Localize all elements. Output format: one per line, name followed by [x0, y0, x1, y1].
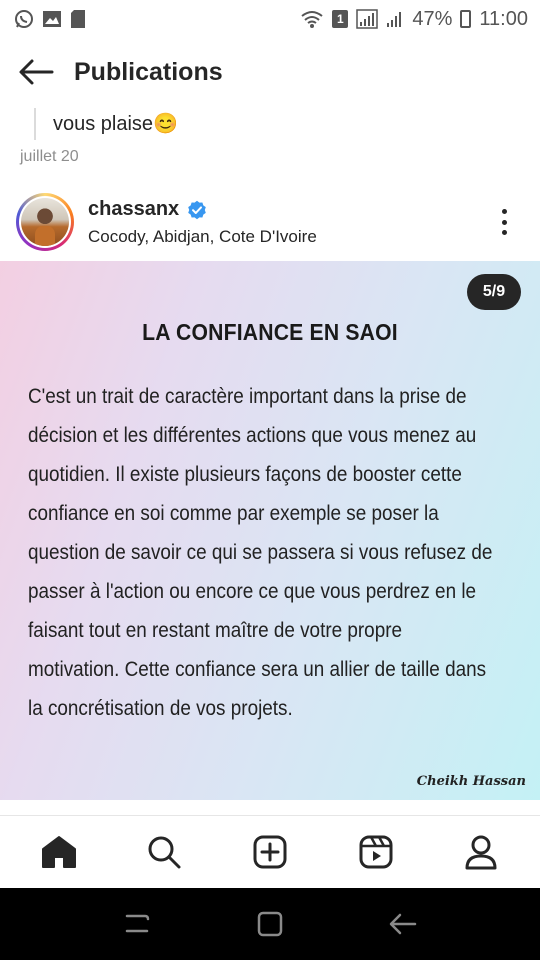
image-signature: Cheikh Hassan [416, 774, 526, 789]
home-button-icon [257, 911, 283, 937]
battery-icon [460, 10, 472, 28]
back-button[interactable] [16, 52, 56, 92]
recent-apps-icon [125, 914, 149, 933]
home-icon [41, 836, 76, 868]
nav-home[interactable] [34, 827, 84, 877]
nav-search[interactable] [139, 827, 189, 877]
clock: 11:00 [479, 7, 528, 30]
app-header: Publications [0, 40, 540, 104]
search-icon [148, 836, 181, 869]
verified-badge-icon [188, 200, 206, 219]
previous-post-date: juillet 20 [20, 148, 79, 165]
more-options-icon[interactable] [490, 206, 518, 238]
image-body-line: confiance en soi comme par exemple se po… [28, 502, 439, 525]
back-system-button[interactable] [383, 904, 423, 944]
image-body-line: passer à l'action ou encore ce que vous … [28, 580, 477, 603]
more-dot [501, 219, 507, 225]
nav-reels[interactable] [351, 827, 401, 877]
image-body-line: C'est un trait de caractère important da… [28, 385, 467, 408]
image-body-line: la concrétisation de vos projets. [28, 697, 293, 720]
avatar-image [21, 198, 69, 246]
page-title: Publications [74, 57, 223, 86]
status-bar: 1 47% 11:00 [0, 0, 540, 38]
back-icon [390, 913, 417, 935]
sim-icon: 1 [332, 10, 349, 28]
gallery-icon [43, 11, 61, 27]
post-header: chassanx Cocody, Abidjan, Cote D'Ivoire [0, 188, 540, 256]
image-body-line: décision et les différentes actions que … [28, 424, 477, 447]
new-post-icon [253, 835, 287, 869]
arrow-left-icon [19, 59, 54, 85]
signal-icon [387, 12, 402, 27]
post-image[interactable]: 5/9 LA CONFIANCE EN SAOI C'est un trait … [0, 261, 540, 800]
sd-card-icon [71, 10, 85, 28]
bottom-navigation [0, 815, 540, 888]
carousel-counter: 5/9 [467, 274, 521, 310]
username-row: chassanx [88, 198, 207, 221]
image-body: C'est un trait de caractère important da… [28, 377, 514, 728]
username[interactable]: chassanx [88, 198, 179, 221]
more-dot [501, 209, 507, 214]
signal-icon [356, 9, 379, 29]
status-bar-right: 1 47% 11:00 [300, 8, 528, 31]
image-body-line: question de savoir ce qui se passera si … [28, 541, 493, 564]
image-body-line: motivation. Cette confiance sera un alli… [28, 658, 487, 681]
profile-icon [465, 835, 497, 870]
avatar-frame [19, 196, 71, 248]
status-bar-left [14, 9, 86, 29]
recent-apps-button[interactable] [117, 904, 157, 944]
whatsapp-icon [15, 10, 33, 28]
nav-new-post[interactable] [245, 827, 295, 877]
system-navigation-bar [0, 888, 540, 960]
avatar[interactable] [16, 193, 74, 251]
reels-icon [359, 835, 393, 869]
battery-percent: 47% [412, 7, 453, 30]
nav-profile[interactable] [456, 827, 506, 877]
wifi-icon [301, 11, 324, 28]
more-dot [501, 230, 507, 235]
image-body-line: quotidien. Il existe plusieurs façons de… [28, 463, 462, 486]
post-location[interactable]: Cocody, Abidjan, Cote D'Ivoire [88, 227, 317, 247]
image-body-line: faisant tout en restant maître de votre … [28, 619, 403, 642]
previous-post-caption: vous plaise😊 [34, 108, 178, 140]
home-system-button[interactable] [250, 904, 290, 944]
image-title: LA CONFIANCE EN SAOI [142, 319, 398, 345]
